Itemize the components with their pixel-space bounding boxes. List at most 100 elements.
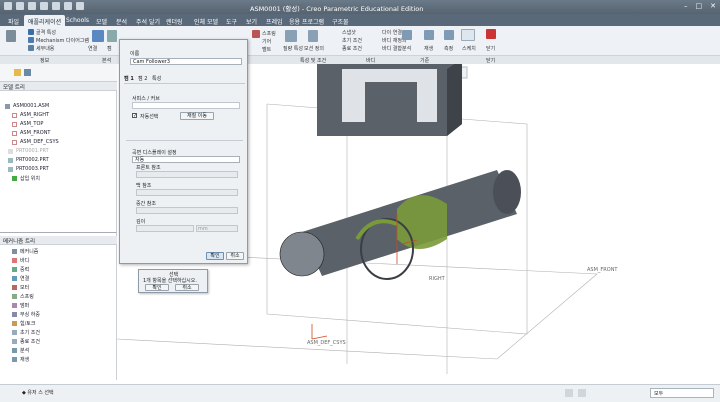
tab-cam1[interactable]: 캠 1 <box>124 75 134 82</box>
ribbon-close[interactable]: 닫기 <box>486 45 495 52</box>
cancel-button[interactable]: 취소 <box>226 252 244 260</box>
ribbon-body-connect[interactable]: 다이 연결 <box>382 29 402 36</box>
tree-item[interactable]: 종료 조건 <box>12 338 40 345</box>
group-props[interactable]: 특성 및 조건 <box>300 57 326 64</box>
tab-cam2[interactable]: 캠 2 <box>138 75 147 82</box>
ribbon-playback[interactable]: 재생 <box>424 45 433 52</box>
tab-analysis[interactable]: 분석 <box>112 15 131 26</box>
minimize-icon[interactable]: – <box>684 2 688 10</box>
ribbon-measure[interactable]: 측정 <box>444 45 453 52</box>
tree-item[interactable]: 연결 <box>12 275 29 282</box>
tree-item[interactable]: 분석 <box>12 347 29 354</box>
group-info[interactable]: 정보 <box>40 57 49 64</box>
middle-ref-collector[interactable] <box>136 207 238 214</box>
select-ok-button[interactable]: 확인 <box>145 284 169 291</box>
group-datum[interactable]: 기준 <box>420 57 429 64</box>
group-close[interactable]: 닫기 <box>486 57 495 64</box>
select-cancel-button[interactable]: 취소 <box>175 284 199 291</box>
tree-item[interactable]: 힘/토크 <box>12 320 36 327</box>
ribbon-mass[interactable]: 질량 특성 <box>283 45 303 52</box>
ribbon-body-combine[interactable]: 바디 결합 <box>382 45 402 52</box>
ribbon-details[interactable]: 세부내용 <box>36 45 54 52</box>
front-ref-collector[interactable] <box>136 171 238 178</box>
tree-item[interactable]: PRT0002.PRT <box>8 157 49 163</box>
tab-schools[interactable]: Schools <box>62 15 93 26</box>
tree-item[interactable]: ASM0001.ASM <box>5 103 49 109</box>
tab-properties[interactable]: 특성 <box>152 75 161 82</box>
tab-applications[interactable]: 애플리케이션 <box>24 15 66 26</box>
sketch-icon[interactable] <box>461 29 475 41</box>
ribbon-initcond[interactable]: 초기 조건 <box>342 37 362 44</box>
analysis-icon[interactable] <box>402 30 412 40</box>
display-mode-select[interactable]: 자동 <box>132 156 240 163</box>
tree-item[interactable]: 댐퍼 <box>12 302 29 309</box>
tab-framework[interactable]: 프레임 <box>262 15 287 26</box>
redo-icon[interactable] <box>52 2 60 10</box>
tree-item[interactable]: 부싱 하중 <box>12 311 40 318</box>
ribbon-analysis[interactable]: 분석 <box>402 45 411 52</box>
folder-icon[interactable] <box>14 69 21 76</box>
tab-annotate[interactable]: 주석 달기 <box>132 15 164 26</box>
tab-render[interactable]: 렌더링 <box>162 15 187 26</box>
tree-item[interactable]: 재생 <box>12 356 29 363</box>
ribbon-sketch[interactable]: 스케치 <box>462 45 476 52</box>
regenerate-icon[interactable] <box>64 2 72 10</box>
playback-icon[interactable] <box>424 30 434 40</box>
tab-app-programs[interactable]: 응용 프로그램 <box>285 15 328 26</box>
tree-item[interactable]: ASM_DEF_CSYS <box>12 139 59 145</box>
ok-button[interactable]: 확인 <box>206 252 224 260</box>
tree-item[interactable]: ASM_FRONT <box>12 130 51 136</box>
mass-props-icon[interactable] <box>285 30 297 42</box>
close-icon[interactable] <box>486 29 496 39</box>
ribbon-belt[interactable]: 벨트 <box>262 46 271 53</box>
tree-item[interactable]: 메커니즘 <box>12 248 38 255</box>
tab-file[interactable]: 파일 <box>4 15 23 26</box>
tree-item[interactable]: ASM_TOP <box>12 121 43 127</box>
group-analysis[interactable]: 본석 <box>102 57 111 64</box>
status-icon[interactable] <box>578 389 586 397</box>
tab-manikin[interactable]: 인체 모델 <box>190 15 222 26</box>
ribbon-motion-def[interactable]: 모션 정의 <box>304 45 324 52</box>
tab-tools[interactable]: 도구 <box>222 15 241 26</box>
selection-filter-dropdown[interactable]: 모두 <box>650 388 714 398</box>
ribbon-skeleton[interactable]: 골격 특성 <box>36 29 56 36</box>
back-ref-collector[interactable] <box>136 189 238 196</box>
save-icon[interactable] <box>28 2 36 10</box>
close-icon[interactable]: ✕ <box>710 2 716 10</box>
motion-def-icon[interactable] <box>308 30 318 42</box>
tree-item[interactable]: 모터 <box>12 284 29 291</box>
autoselect-checkbox[interactable]: ✓ <box>132 113 137 119</box>
tree-item[interactable]: 삽입 위치 <box>12 175 40 182</box>
group-body[interactable]: 바디 <box>366 57 375 64</box>
ribbon-cam[interactable]: 캠 <box>107 45 112 52</box>
tree-item[interactable]: PRT0003.PRT <box>8 166 49 172</box>
cam-icon[interactable] <box>107 30 117 42</box>
tab-structure[interactable]: 구조물 <box>328 15 353 26</box>
status-icon[interactable] <box>565 389 573 397</box>
tree-item[interactable]: 초기 조건 <box>12 329 40 336</box>
model-tree-header[interactable]: 모델 트리 <box>0 82 117 91</box>
windows-icon[interactable] <box>76 2 84 10</box>
undo-icon[interactable] <box>40 2 48 10</box>
new-icon[interactable] <box>4 2 12 10</box>
motor-icon[interactable] <box>252 30 260 38</box>
tree-item[interactable]: 바디 <box>12 257 29 264</box>
name-field[interactable]: Cam Follower3 <box>130 58 242 65</box>
tab-model[interactable]: 모델 <box>92 15 111 26</box>
tree-item[interactable]: 스프링 <box>12 293 34 300</box>
ribbon-spring[interactable]: 스프링 <box>262 30 276 37</box>
measure-icon[interactable] <box>444 30 454 40</box>
summary-icon[interactable] <box>6 30 16 42</box>
tab-view[interactable]: 보기 <box>242 15 261 26</box>
tree-item[interactable]: ASM_RIGHT <box>12 112 49 118</box>
depth-field[interactable] <box>136 225 194 232</box>
ribbon-mech-diagram[interactable]: Mechanism 다이어그램 <box>36 37 89 44</box>
ribbon-gear2[interactable]: 기어 <box>262 38 271 45</box>
flip-button[interactable]: 재질 이동 <box>180 112 214 120</box>
surface-collector[interactable] <box>132 102 240 109</box>
tree-item[interactable]: PRT0001.PRT <box>8 148 49 154</box>
open-icon[interactable] <box>16 2 24 10</box>
tree-item[interactable]: 중력 <box>12 266 29 273</box>
ribbon-connect[interactable]: 연결 <box>88 45 97 52</box>
ribbon-endcond[interactable]: 종료 조건 <box>342 45 362 52</box>
